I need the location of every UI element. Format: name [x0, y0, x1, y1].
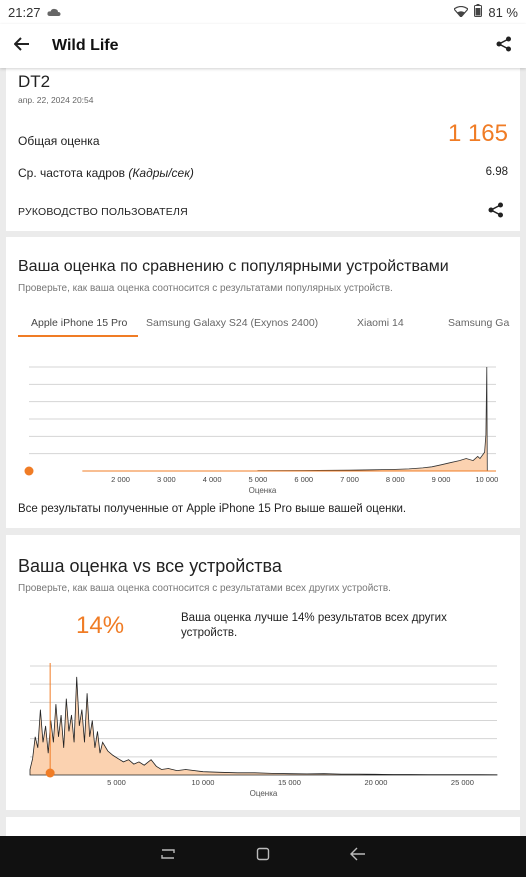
x-tick-label: 15 000	[278, 778, 301, 787]
x-tick-label: 2 000	[111, 475, 130, 484]
page-title: Wild Life	[52, 37, 119, 54]
compare-subtitle: Проверьте, как ваша оценка соотносится с…	[18, 283, 393, 294]
result-date: апр. 22, 2024 20:54	[18, 95, 94, 105]
all-devices-histogram: 5 000 10 000 15 000 20 000 25 000 Оценка	[29, 663, 498, 798]
x-axis-label: Оценка	[250, 789, 278, 798]
fps-value: 6.98	[485, 166, 508, 178]
your-score-marker	[24, 466, 34, 476]
result-card: DT2 апр. 22, 2024 20:54 Общая оценка 1 1…	[6, 68, 520, 231]
x-tick-label: 10 000	[475, 475, 498, 484]
status-time: 21:27	[8, 4, 41, 20]
battery-percent: 81 %	[488, 4, 518, 20]
fps-label-text: Ср. частота кадров	[18, 166, 125, 180]
x-tick-label: 3 000	[157, 475, 176, 484]
app-bar: Wild Life	[0, 24, 526, 68]
tab-samsung-galaxy-s24[interactable]: Samsung Galaxy S24 (Exynos 2400)	[146, 317, 318, 329]
fps-label: Ср. частота кадров (Кадры/сек)	[18, 166, 194, 180]
device-name: DT2	[18, 72, 51, 91]
tab-xiaomi-14[interactable]: Xiaomi 14	[357, 317, 404, 329]
x-tick-label: 10 000	[191, 778, 214, 787]
all-devices-title: Ваша оценка vs все устройства	[18, 556, 282, 576]
percentile-description: Ваша оценка лучше 14% результатов всех д…	[181, 612, 447, 639]
all-devices-card: Ваша оценка vs все устройства Проверьте,…	[6, 535, 520, 810]
x-tick-label: 9 000	[432, 475, 451, 484]
compare-note: Все результаты полученные от Apple iPhon…	[18, 503, 407, 515]
compare-title: Ваша оценка по сравнению с популярными у…	[18, 258, 449, 275]
status-bar: 21:27 81 %	[0, 0, 526, 24]
overall-score-value: 1 165	[447, 120, 508, 147]
tab-samsung-ga[interactable]: Samsung Ga	[448, 317, 509, 329]
system-nav-bar	[0, 836, 526, 877]
percentile-value: 14%	[76, 612, 125, 639]
all-devices-subtitle: Проверьте, как ваша оценка соотносится с…	[18, 583, 391, 594]
active-tab-indicator	[18, 335, 138, 337]
compare-histogram: 2 000 3 000 4 000 5 000 6 000 7 000 8 000 9 000…	[24, 366, 498, 495]
share-icon[interactable]	[496, 36, 512, 57]
back-icon[interactable]	[350, 847, 366, 866]
x-tick-label: 7 000	[340, 475, 359, 484]
cloud-icon	[46, 5, 61, 20]
share-icon[interactable]	[488, 202, 504, 223]
overall-score-label: Общая оценка	[18, 134, 100, 148]
histogram-area	[29, 676, 498, 776]
battery-icon	[474, 4, 483, 20]
home-icon[interactable]	[256, 847, 270, 866]
x-tick-label: 6 000	[294, 475, 313, 484]
x-tick-label: 5 000	[107, 778, 126, 787]
x-tick-label: 20 000	[364, 778, 387, 787]
back-arrow-icon[interactable]	[13, 36, 30, 56]
user-guide-link[interactable]: РУКОВОДСТВО ПОЛЬЗОВАТЕЛЯ	[18, 206, 188, 218]
x-tick-label: 25 000	[451, 778, 474, 787]
device-tabs: Apple iPhone 15 Pro Samsung Galaxy S24 (…	[18, 313, 520, 337]
x-axis-label: Оценка	[249, 486, 277, 495]
wifi-icon	[453, 5, 470, 20]
tab-apple-iphone-15-pro[interactable]: Apple iPhone 15 Pro	[31, 317, 127, 329]
your-score-marker	[45, 768, 55, 778]
recent-apps-icon[interactable]	[160, 847, 176, 866]
x-tick-label: 8 000	[386, 475, 405, 484]
fps-unit: (Кадры/сек)	[128, 166, 194, 180]
x-tick-label: 4 000	[203, 475, 222, 484]
x-tick-label: 5 000	[249, 475, 268, 484]
compare-card: Ваша оценка по сравнению с популярными у…	[6, 237, 520, 528]
